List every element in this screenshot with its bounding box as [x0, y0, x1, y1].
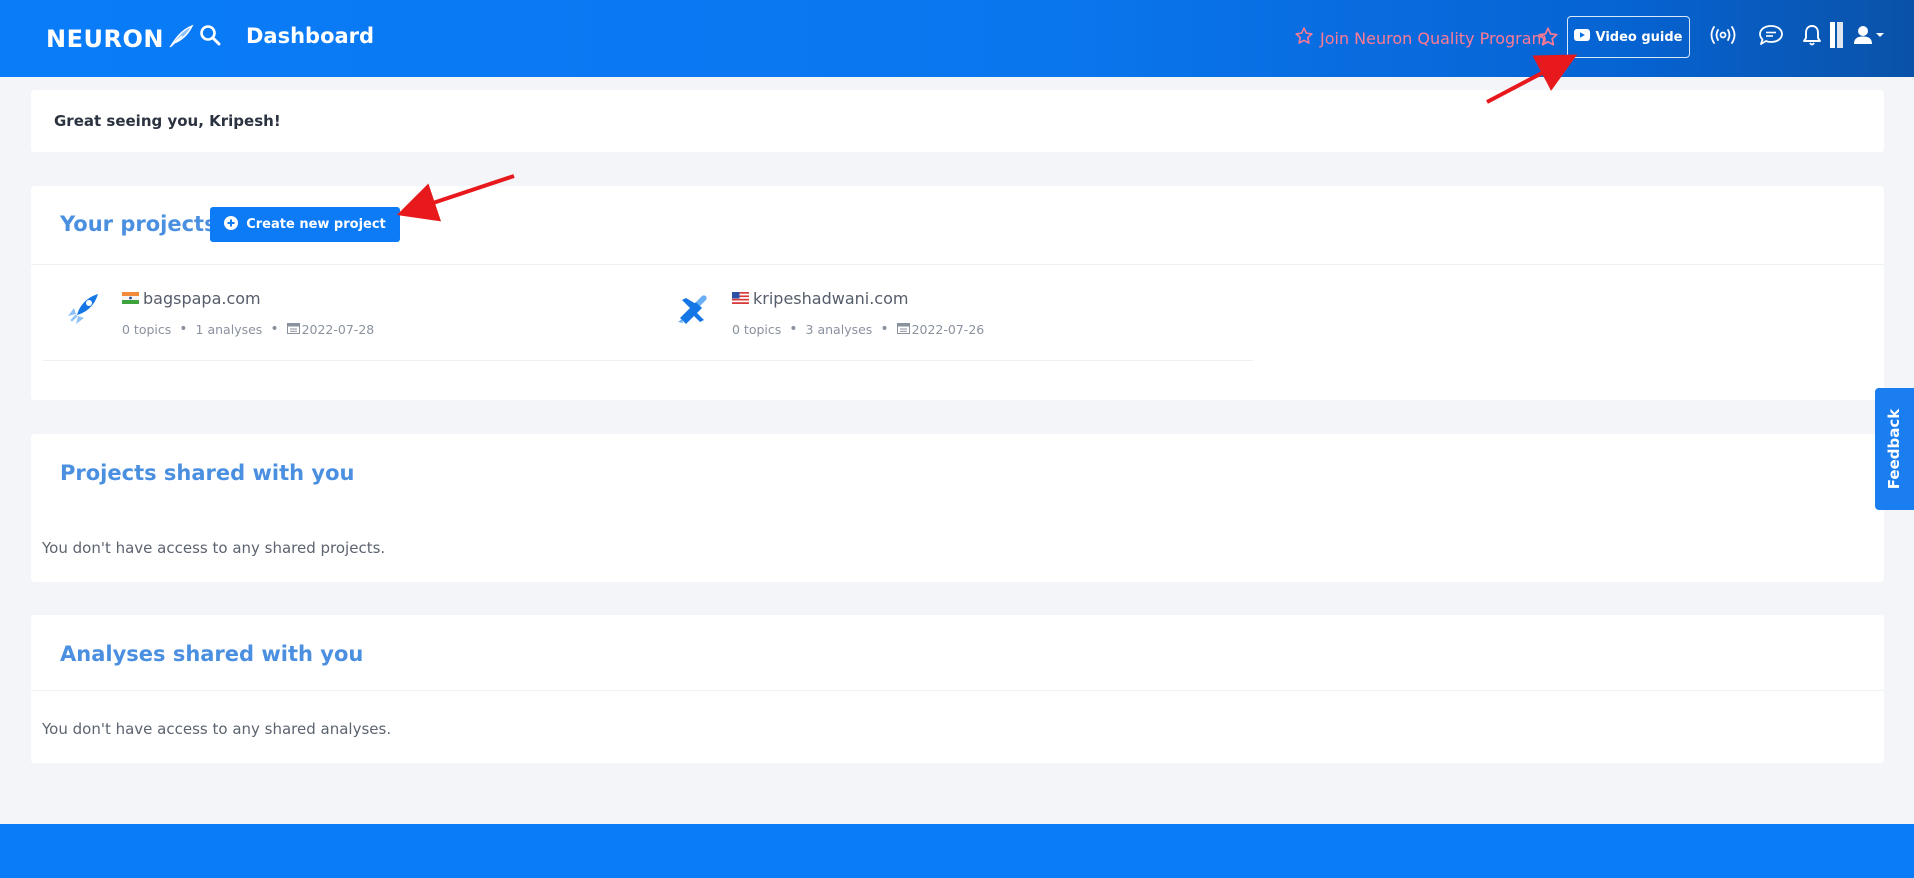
india-flag-icon — [122, 289, 139, 308]
top-navbar: NEURON Dashboard Join Neuron Quality Pro… — [0, 0, 1914, 77]
project-name[interactable]: kripeshadwani.com — [732, 289, 908, 308]
video-guide-button[interactable]: Video guide — [1567, 16, 1690, 58]
create-new-project-label: Create new project — [246, 217, 386, 232]
bell-icon[interactable] — [1801, 23, 1823, 51]
rocket-icon — [62, 288, 104, 334]
separator-dot: • — [880, 321, 889, 337]
logo-text: NEURON — [46, 25, 164, 53]
topics-count: 0 topics — [732, 321, 782, 337]
separator-dot: • — [179, 321, 188, 337]
video-guide-label: Video guide — [1595, 29, 1683, 45]
separator-dot: • — [789, 321, 798, 337]
calendar-icon — [286, 322, 300, 337]
create-new-project-button[interactable]: Create new project — [210, 207, 400, 242]
us-flag-icon — [732, 289, 749, 308]
project-date: 2022-07-28 — [301, 321, 375, 337]
plane-icon — [672, 288, 716, 334]
greeting-text: Great seeing you, Kripesh! — [54, 112, 281, 130]
plus-circle-icon — [224, 215, 239, 234]
shared-analyses-title: Analyses shared with you — [60, 642, 364, 666]
calendar-icon — [896, 322, 910, 337]
join-program-label: Join Neuron Quality Program — [1320, 28, 1548, 48]
search-icon[interactable] — [199, 24, 221, 50]
project-meta: 0 topics • 3 analyses • 2022-07-26 — [732, 321, 984, 337]
project-name[interactable]: bagspapa.com — [122, 289, 261, 308]
footer-bar — [0, 824, 1914, 878]
analyses-count: 1 analyses — [195, 321, 263, 337]
shared-analyses-card: Analyses shared with you You don't have … — [31, 615, 1884, 763]
chat-icon[interactable] — [1757, 23, 1785, 51]
project-meta: 0 topics • 1 analyses • 2022-07-28 — [122, 321, 374, 337]
favorite-star-icon[interactable] — [1537, 26, 1559, 52]
feedback-tab[interactable]: Feedback — [1875, 388, 1914, 510]
project-domain: bagspapa.com — [143, 289, 261, 308]
star-icon — [1294, 26, 1314, 50]
bars-icon[interactable] — [1830, 22, 1844, 48]
topics-count: 0 topics — [122, 321, 172, 337]
youtube-icon — [1574, 29, 1591, 45]
analyses-count: 3 analyses — [805, 321, 873, 337]
your-projects-title: Your projects — [60, 212, 217, 236]
project-date: 2022-07-26 — [911, 321, 985, 337]
feedback-label: Feedback — [1885, 408, 1904, 490]
broadcast-icon[interactable] — [1708, 23, 1738, 51]
join-quality-program-link[interactable]: Join Neuron Quality Program — [1294, 26, 1547, 50]
divider — [31, 264, 1884, 265]
project-domain: kripeshadwani.com — [753, 289, 909, 308]
your-projects-card: Your projects Create new project bagspap… — [31, 186, 1884, 400]
divider — [31, 690, 1884, 691]
feather-icon — [168, 24, 194, 54]
divider — [43, 360, 1253, 361]
shared-analyses-empty-text: You don't have access to any shared anal… — [42, 720, 392, 738]
page-title: Dashboard — [246, 24, 375, 48]
greeting-card: Great seeing you, Kripesh! — [31, 90, 1884, 152]
neuron-logo[interactable]: NEURON — [46, 24, 194, 54]
shared-projects-title: Projects shared with you — [60, 461, 355, 485]
shared-projects-card: Projects shared with you You don't have … — [31, 434, 1884, 582]
separator-dot: • — [270, 321, 279, 337]
user-icon[interactable] — [1852, 23, 1886, 51]
shared-projects-empty-text: You don't have access to any shared proj… — [42, 539, 386, 557]
